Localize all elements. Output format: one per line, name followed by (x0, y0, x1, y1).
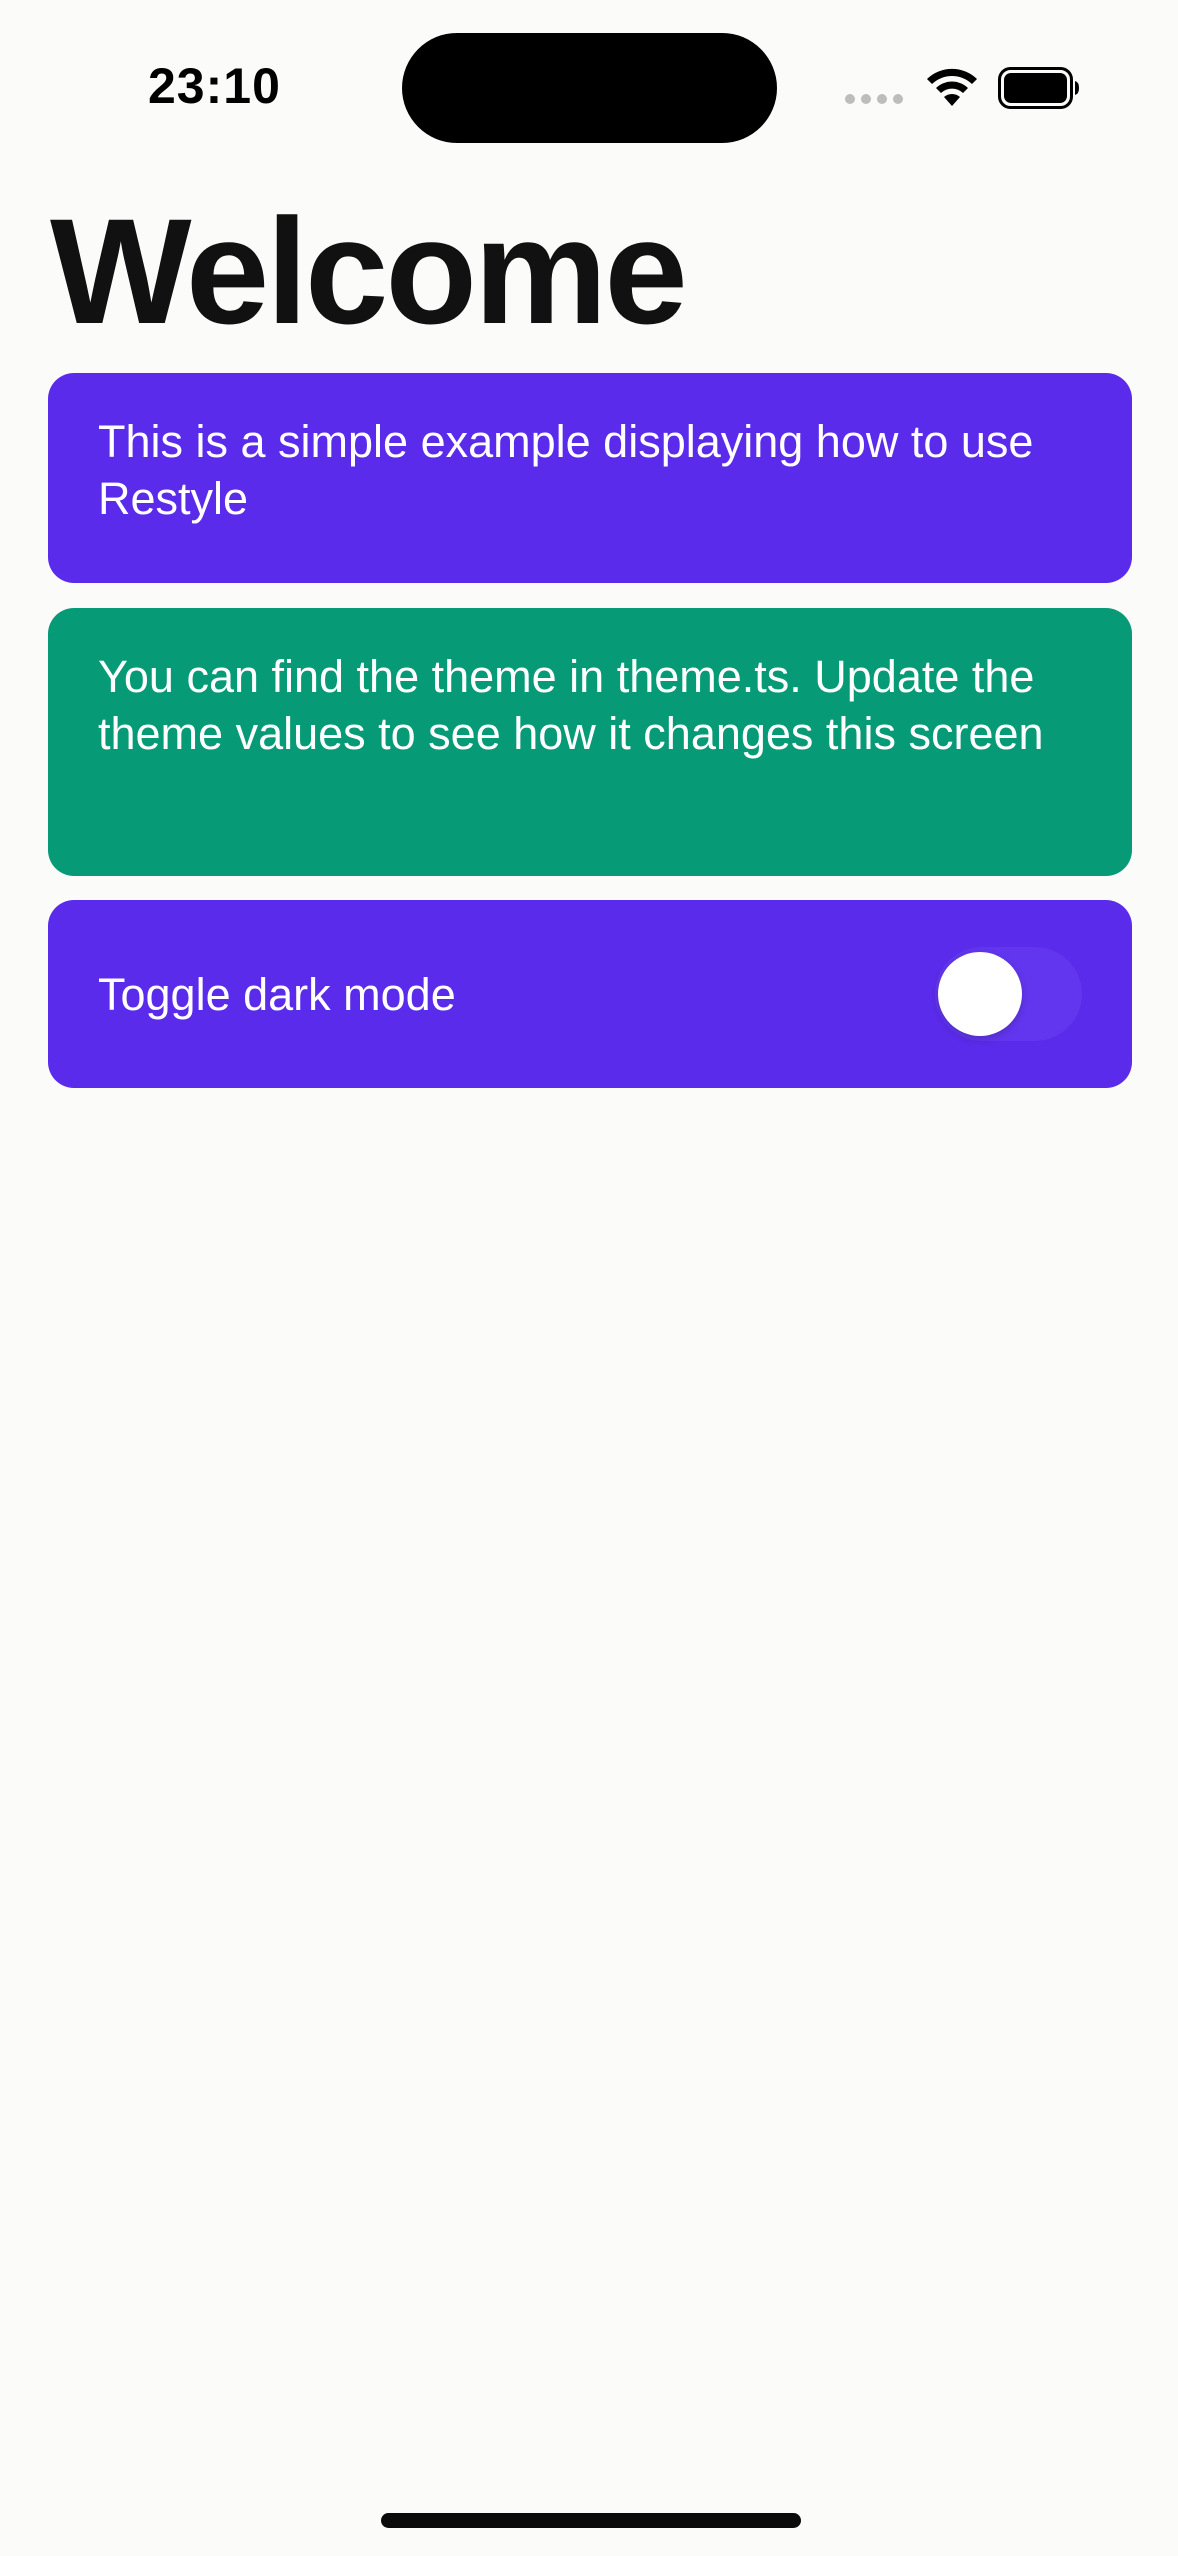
dark-mode-card: Toggle dark mode (48, 900, 1132, 1088)
status-time: 23:10 (148, 58, 281, 114)
page-title: Welcome (50, 187, 688, 355)
wifi-icon (927, 68, 977, 106)
intro-card-text: This is a simple example displaying how … (98, 416, 1034, 524)
intro-card: This is a simple example displaying how … (48, 373, 1132, 583)
battery-icon (998, 67, 1079, 109)
dark-mode-label: Toggle dark mode (98, 968, 456, 1020)
cellular-signal-icon (845, 94, 903, 104)
theme-card: You can find the theme in theme.ts. Upda… (48, 608, 1132, 876)
dynamic-island (402, 33, 777, 143)
theme-card-text: You can find the theme in theme.ts. Upda… (98, 651, 1044, 759)
dark-mode-toggle[interactable] (935, 947, 1082, 1041)
home-indicator[interactable] (381, 2513, 801, 2528)
toggle-knob (938, 952, 1022, 1036)
